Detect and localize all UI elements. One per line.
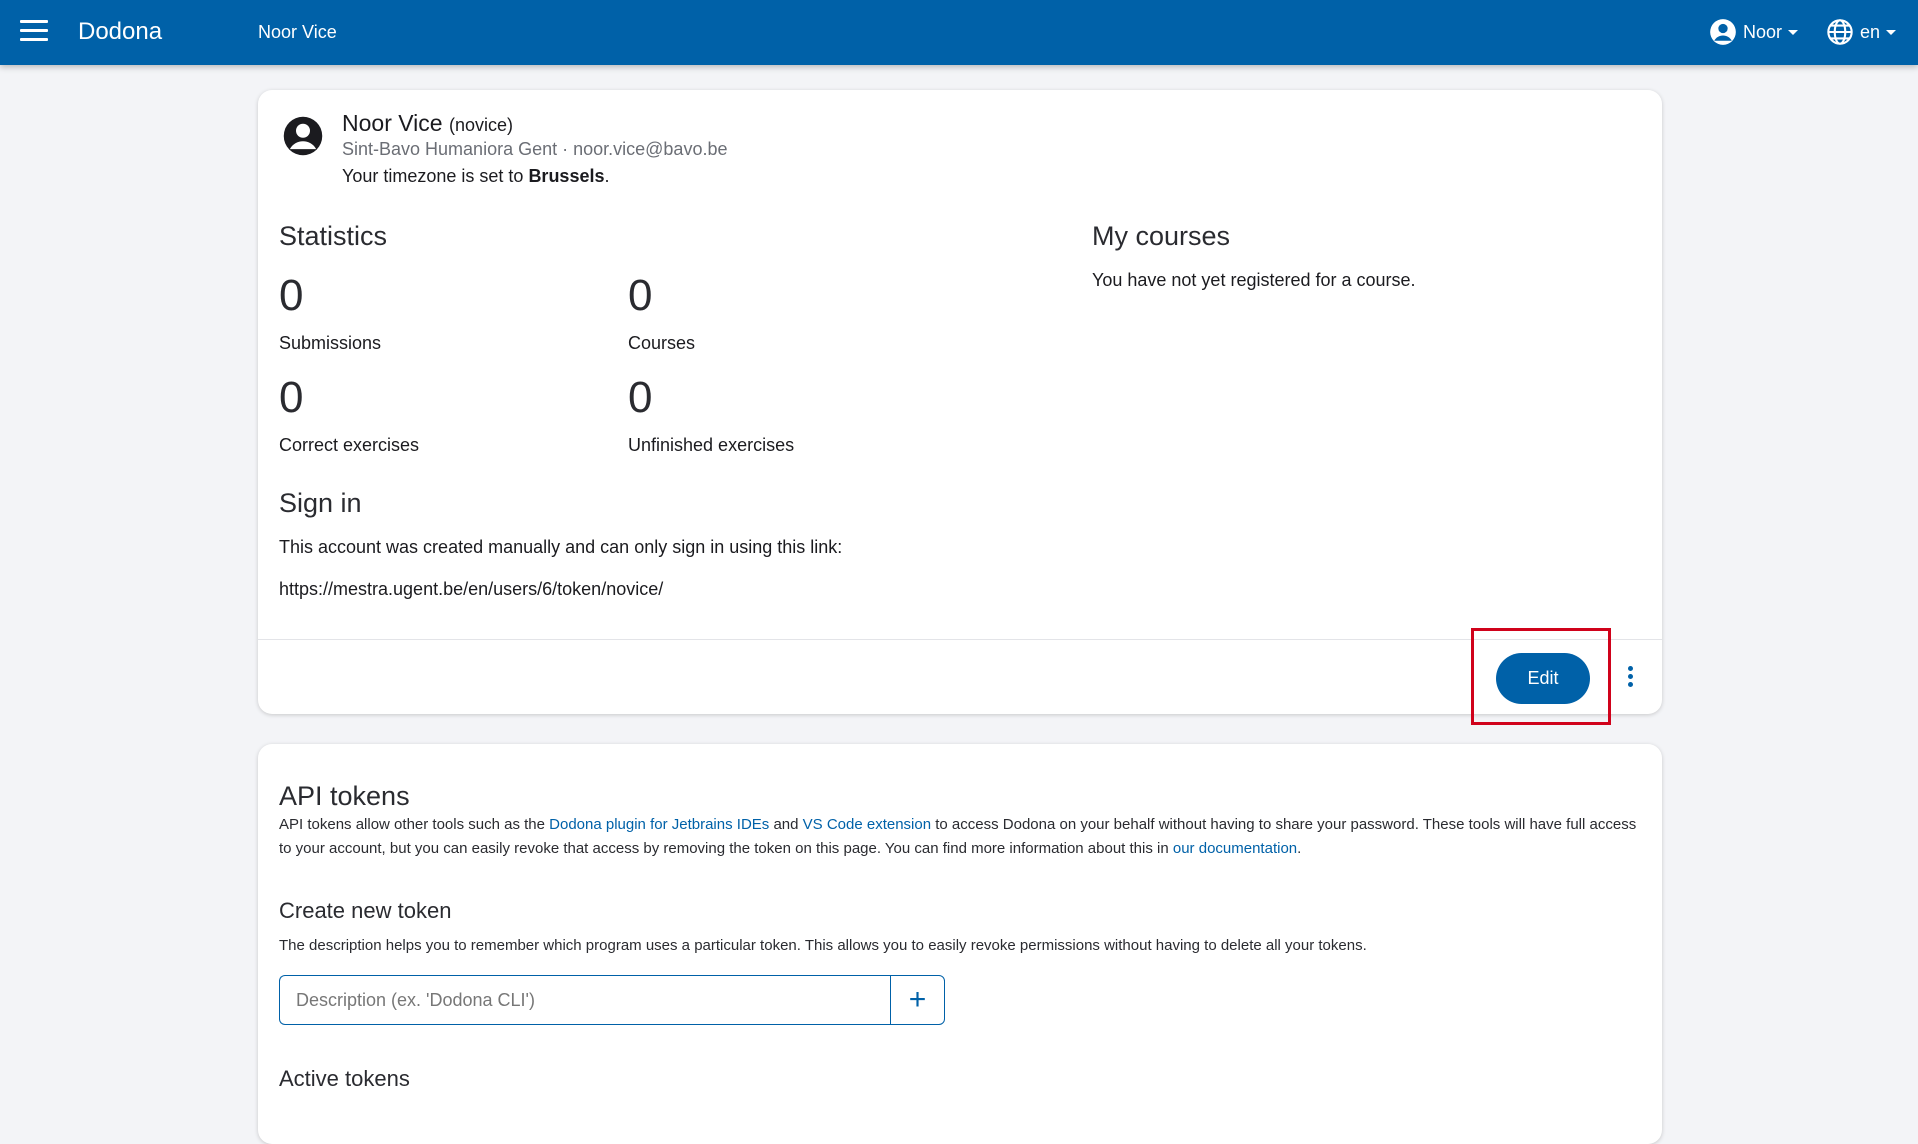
signin-link[interactable]: https://mestra.ugent.be/en/users/6/token… (279, 579, 663, 600)
profile-name: Noor Vice (342, 110, 443, 136)
courses-empty-text: You have not yet registered for a course… (1092, 270, 1416, 290)
card-divider (258, 639, 1662, 640)
chevron-down-icon (1788, 29, 1799, 35)
user-menu[interactable]: Noor (1709, 18, 1799, 46)
signin-description: This account was created manually and ca… (279, 537, 843, 557)
breadcrumb: Noor Vice (258, 22, 337, 42)
api-desc-part: . (1297, 840, 1302, 857)
stat-unfinished-value: 0 (628, 373, 653, 422)
avatar-icon (283, 116, 323, 156)
edit-button[interactable]: Edit (1496, 653, 1590, 704)
stat-courses-value: 0 (628, 271, 653, 320)
token-description-input[interactable] (279, 975, 890, 1025)
top-navbar: Dodona Noor Vice Noor en (0, 0, 1918, 65)
language-label: en (1860, 21, 1881, 42)
signin-title: Sign in (279, 488, 362, 518)
stat-courses-label: Courses (628, 333, 696, 353)
active-tokens-title: Active tokens (279, 1066, 410, 1091)
add-token-button[interactable]: + (890, 975, 945, 1025)
account-circle-icon (1710, 19, 1736, 45)
more-options-icon[interactable] (1624, 666, 1636, 692)
profile-name-line: Noor Vice (novice) (342, 110, 513, 137)
profile-school-email: Sint-Bavo Humaniora Gent · noor.vice@bav… (342, 139, 728, 159)
statistics-title: Statistics (279, 221, 388, 251)
user-menu-label: Noor (1743, 21, 1783, 42)
my-courses-title: My courses (1092, 221, 1231, 251)
timezone-line: Your timezone is set to Brussels. (342, 166, 610, 187)
create-token-description: The description helps you to remember wh… (279, 937, 1367, 954)
stat-submissions-label: Submissions (279, 333, 382, 353)
language-menu[interactable]: en (1826, 18, 1897, 46)
stat-submissions-value: 0 (279, 271, 304, 320)
timezone-prefix: Your timezone is set to (342, 166, 529, 186)
stat-unfinished-label: Unfinished exercises (628, 435, 795, 455)
stat-correct-value: 0 (279, 373, 304, 422)
timezone-value: Brussels (528, 166, 605, 186)
api-desc-part: API tokens allow other tools such as the (279, 816, 550, 833)
api-desc-part: and (769, 816, 803, 833)
vscode-extension-link[interactable]: VS Code extension (803, 816, 931, 833)
api-tokens-title: API tokens (279, 781, 410, 811)
globe-icon (1827, 19, 1853, 45)
hamburger-menu-icon[interactable] (20, 20, 48, 44)
timezone-suffix: . (604, 166, 610, 186)
api-tokens-card: API tokens API tokens allow other tools … (258, 744, 1662, 1144)
profile-card: Noor Vice (novice) Sint-Bavo Humaniora G… (258, 90, 1662, 725)
stat-correct-label: Correct exercises (279, 435, 420, 455)
brand-logo[interactable]: Dodona (78, 18, 162, 46)
documentation-link[interactable]: our documentation (1173, 840, 1297, 857)
profile-role: (novice) (448, 115, 513, 135)
token-input-group: + (279, 975, 945, 1025)
create-token-title: Create new token (279, 898, 452, 923)
chevron-down-icon (1886, 29, 1897, 35)
jetbrains-plugin-link[interactable]: Dodona plugin for Jetbrains IDEs (549, 816, 769, 833)
api-tokens-description: API tokens allow other tools such as the… (279, 813, 1639, 861)
